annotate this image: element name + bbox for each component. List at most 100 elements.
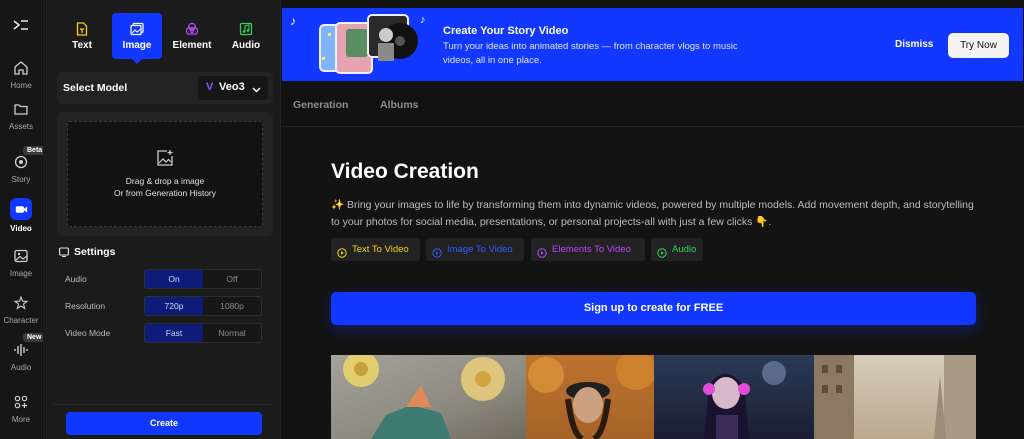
image-upload-area: Drag & drop a image Or from Generation H…	[57, 112, 273, 236]
signup-button[interactable]: Sign up to create for FREE	[331, 292, 976, 325]
page-description: ✨ Bring your images to life by transform…	[331, 199, 974, 228]
rail-item-assets[interactable]: Assets	[0, 101, 42, 131]
play-circle-icon	[657, 244, 667, 258]
banner-subtitle: Turn your ideas into animated stories — …	[443, 41, 738, 66]
rail-label: Image	[9, 269, 33, 278]
audio-waveform-icon	[13, 342, 29, 358]
model-value: Veo3	[219, 81, 245, 93]
rail-label: Home	[10, 81, 32, 90]
rail-label: Video	[10, 224, 32, 233]
tab-audio[interactable]: Audio	[221, 13, 271, 59]
banner-thumbnails: ♪ ♪	[288, 11, 436, 77]
collapse-sidebar-icon[interactable]	[12, 18, 30, 34]
image-dropzone[interactable]: Drag & drop a image Or from Generation H…	[67, 121, 263, 227]
chip-audio[interactable]: Audio	[651, 238, 703, 261]
character-icon	[13, 295, 29, 311]
rail-item-story[interactable]: Story	[0, 154, 42, 184]
main-tabs: Generation Albums	[282, 82, 1023, 127]
video-creation-main: Video Creation ✨ Bring your images to li…	[282, 128, 1023, 439]
panel-divider	[53, 404, 271, 405]
tab-label: Image	[122, 40, 152, 51]
text-file-icon	[75, 22, 89, 36]
rail-item-home[interactable]: Home	[0, 60, 42, 90]
tab-albums[interactable]: Albums	[380, 99, 419, 111]
tab-element[interactable]: Element	[167, 13, 217, 59]
rail-item-video[interactable]: Video	[0, 198, 42, 233]
setting-label: Audio	[65, 274, 87, 284]
rail-item-character[interactable]: Character	[0, 295, 42, 325]
model-selector-row: Select Model V Veo3	[57, 72, 273, 104]
chip-label: Elements To Video	[552, 244, 631, 255]
model-dropdown[interactable]: V Veo3	[198, 76, 268, 100]
page-title: Video Creation	[331, 160, 479, 183]
tab-label: Element	[172, 40, 212, 51]
video-tool-panel: Text Image Element Audio Select Model V …	[43, 0, 281, 439]
resolution-1080p-option[interactable]: 1080p	[203, 297, 261, 315]
video-mode-toggle: Fast Normal	[144, 323, 262, 343]
chip-text-to-video[interactable]: Text To Video	[331, 238, 420, 261]
setting-label: Resolution	[65, 301, 106, 311]
dropzone-line2: Or from Generation History	[113, 188, 217, 198]
story-video-banner: ♪ ♪ Create Your Story Video Turn your id…	[282, 8, 1023, 81]
left-nav-rail: Home Assets Story Beta Video Image Chara…	[0, 0, 47, 439]
gallery-item-dragon[interactable]	[331, 355, 526, 439]
example-gallery	[331, 355, 976, 439]
svg-text:♪: ♪	[290, 14, 296, 28]
banner-title: Create Your Story Video	[443, 25, 569, 37]
select-model-label: Select Model	[63, 82, 128, 94]
gallery-item-girl-autumn[interactable]	[526, 355, 654, 439]
gallery-item-city[interactable]	[814, 355, 976, 439]
resolution-720p-option[interactable]: 720p	[145, 297, 203, 315]
resolution-toggle: 720p 1080p	[144, 296, 262, 316]
setting-audio: Audio On Off	[65, 269, 263, 289]
rail-label: Audio	[10, 363, 32, 372]
add-image-icon	[156, 149, 174, 167]
tab-label: Text	[72, 40, 92, 51]
tab-generation[interactable]: Generation	[293, 99, 348, 111]
folder-icon	[13, 101, 29, 117]
play-circle-icon	[537, 244, 547, 258]
chip-elements-to-video[interactable]: Elements To Video	[531, 238, 645, 261]
home-icon	[13, 60, 29, 76]
city-thumbnail-image	[814, 355, 976, 439]
audio-file-icon	[239, 22, 253, 36]
tab-text[interactable]: Text	[57, 13, 107, 59]
story-icon	[13, 154, 29, 170]
chip-image-to-video[interactable]: Image To Video	[426, 238, 524, 261]
dropzone-line1: Drag & drop a image	[125, 176, 205, 186]
audio-off-option[interactable]: Off	[203, 270, 261, 288]
image-icon	[130, 22, 144, 36]
audio-toggle: On Off	[144, 269, 262, 289]
settings-heading: Settings	[59, 246, 115, 258]
audio-on-option[interactable]: On	[145, 270, 203, 288]
chip-label: Audio	[672, 244, 697, 255]
try-now-button[interactable]: Try Now	[948, 33, 1009, 58]
chip-label: Image To Video	[447, 244, 513, 255]
settings-panel-icon	[59, 247, 69, 257]
rail-label: Story	[11, 175, 31, 184]
svg-text:♪: ♪	[420, 14, 426, 26]
tab-label: Audio	[231, 40, 261, 51]
dismiss-button[interactable]: Dismiss	[895, 39, 933, 50]
play-circle-icon	[432, 244, 442, 258]
rail-item-more[interactable]: More	[0, 394, 42, 424]
cyberpunk-thumbnail-image	[703, 361, 786, 439]
create-button[interactable]: Create	[66, 412, 262, 435]
settings-title-text: Settings	[74, 246, 116, 258]
gallery-item-cyberpunk[interactable]	[654, 355, 814, 439]
setting-video-mode: Video Mode Fast Normal	[65, 323, 263, 343]
veo-logo-icon: V	[206, 81, 214, 93]
rail-item-audio[interactable]: Audio	[0, 342, 42, 372]
mode-fast-option[interactable]: Fast	[145, 324, 203, 342]
rail-label: Character	[3, 316, 39, 325]
video-camera-icon	[10, 198, 32, 220]
rail-item-image[interactable]: Image	[0, 248, 42, 278]
girl-autumn-thumbnail-image	[526, 355, 654, 439]
image-icon	[13, 248, 29, 264]
mode-normal-option[interactable]: Normal	[203, 324, 261, 342]
rail-label: Assets	[8, 122, 33, 131]
tab-image[interactable]: Image	[112, 13, 162, 64]
rail-label: More	[11, 415, 31, 424]
element-circles-icon	[185, 22, 199, 36]
grid-plus-icon	[13, 394, 29, 410]
